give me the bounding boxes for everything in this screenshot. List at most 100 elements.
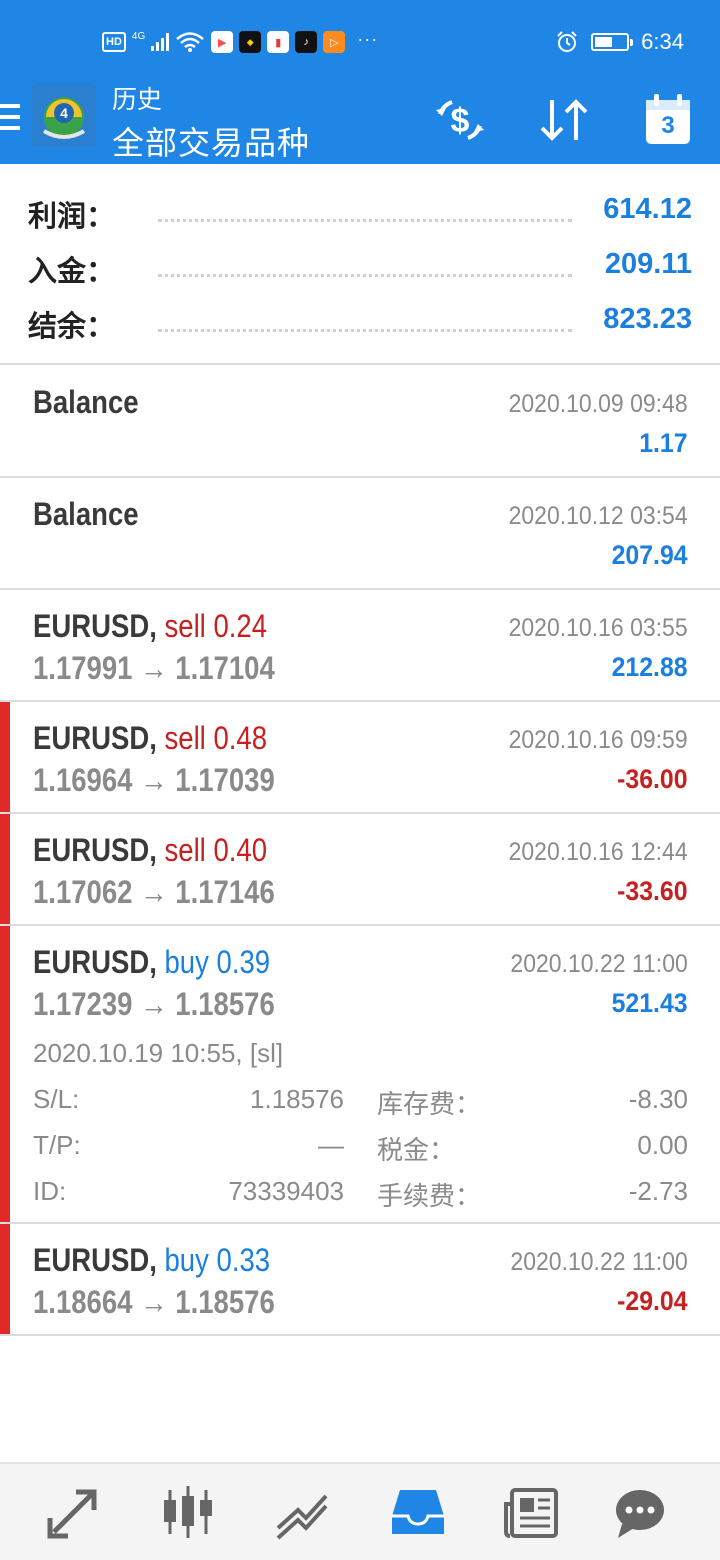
profit-label: 利润： (28, 201, 116, 233)
order-profit: 521.43 (612, 988, 688, 1018)
order-title: EURUSD, buy 0.39 (33, 944, 270, 981)
order-title: EURUSD, buy 0.33 (33, 1242, 270, 1279)
id-value: 73339403 (228, 1176, 344, 1206)
history-icon[interactable] (388, 1482, 448, 1542)
order-time: 2020.10.16 12:44 (508, 838, 688, 866)
news-icon[interactable] (502, 1482, 562, 1542)
reader-app-icon: ▮ (267, 31, 290, 53)
deal-type: Balance (33, 384, 139, 420)
deal-time: 2020.10.09 09:48 (508, 390, 688, 418)
network-type: 4G (131, 30, 146, 42)
order-time: 2020.10.22 11:00 (510, 950, 688, 978)
balance-label: 结余： (28, 311, 116, 343)
order-prices: 1.17239 → 1.18576 (33, 986, 275, 1022)
chart-icon[interactable] (272, 1482, 332, 1542)
bottom-navigation (0, 1462, 720, 1560)
order-profit: -33.60 (617, 876, 688, 906)
order-side-volume: buy 0.39 (164, 944, 271, 980)
video-app-icon: ▶ (211, 31, 234, 53)
tiktok-icon: ♪ (295, 31, 318, 53)
order-prices: 1.16964 → 1.17039 (33, 762, 275, 798)
tp-value: — (318, 1130, 344, 1160)
player-app-icon: ▷ (323, 31, 346, 53)
chat-icon[interactable] (610, 1482, 670, 1542)
order-time: 2020.10.16 03:55 (508, 614, 688, 642)
deal-amount: 207.94 (612, 540, 688, 570)
history-list: Balance 2020.10.09 09:48 1.17 Balance 20… (0, 366, 720, 1336)
hd-icon: HD (102, 32, 126, 52)
order-symbol: EURUSD, (33, 832, 157, 868)
dotted-leader (158, 219, 572, 222)
order-symbol: EURUSD, (33, 1242, 157, 1278)
order-prices: 1.17062 → 1.17146 (33, 874, 275, 910)
battery-level (595, 37, 612, 47)
order-open-time: 2020.10.19 10:55, [sl] (33, 1038, 284, 1068)
page-title: 历史 (112, 86, 163, 114)
balance-value: 823.23 (603, 303, 692, 335)
more-notifications-icon: ··· (357, 28, 379, 49)
sl-label: S/L: (33, 1084, 80, 1114)
trade-icon[interactable] (44, 1482, 104, 1542)
status-left-icons: HD 4G ▶ ◆ ▮ ♪ ▷ ··· (102, 28, 378, 56)
summary-row-profit: 利润： 614.12 (28, 193, 692, 233)
status-bar: HD 4G ▶ ◆ ▮ ♪ ▷ ··· 6:34 (0, 0, 720, 80)
table-row[interactable]: EURUSD, sell 0.40 1.17062 → 1.17146 2020… (0, 814, 720, 926)
order-title: EURUSD, sell 0.40 (33, 832, 267, 869)
summary-row-deposit: 入金： 209.11 (28, 248, 692, 288)
order-profit: -29.04 (617, 1286, 688, 1316)
svg-text:$: $ (451, 102, 470, 140)
order-time: 2020.10.22 11:00 (510, 1248, 688, 1276)
metatrader-logo[interactable]: 4 (32, 83, 96, 147)
account-summary: 利润： 614.12 入金： 209.11 结余： 823.23 (0, 165, 720, 365)
fee-label: 手续费： (377, 1181, 482, 1211)
order-side-volume: sell 0.40 (164, 832, 268, 868)
table-row[interactable]: EURUSD, sell 0.24 1.17991 → 1.17104 2020… (0, 590, 720, 702)
table-row[interactable]: EURUSD, buy 0.33 1.18664 → 1.18576 2020.… (0, 1224, 720, 1336)
order-side-volume: sell 0.24 (164, 608, 268, 644)
symbol-filter[interactable]: 全部交易品种 (112, 118, 310, 164)
order-symbol: EURUSD, (33, 608, 157, 644)
list-item[interactable]: Balance 2020.10.09 09:48 1.17 (0, 366, 720, 478)
swap-value: -8.30 (628, 1084, 688, 1114)
list-item[interactable]: Balance 2020.10.12 03:54 207.94 (0, 478, 720, 590)
order-prices: 1.18664 → 1.18576 (33, 1284, 275, 1320)
order-symbol: EURUSD, (33, 944, 157, 980)
id-label: ID: (33, 1176, 67, 1206)
order-profit: 212.88 (612, 652, 688, 682)
swap-label: 库存费： (377, 1089, 482, 1119)
tax-label: 税金： (377, 1135, 456, 1165)
profit-value: 614.12 (603, 193, 692, 225)
tax-value: 0.00 (637, 1130, 688, 1160)
order-prices: 1.17991 → 1.17104 (33, 650, 275, 686)
dotted-leader (158, 274, 572, 277)
order-side-volume: sell 0.48 (164, 720, 268, 756)
app-notification-icon: ◆ (239, 31, 262, 53)
currency-exchange-icon[interactable]: $ (430, 90, 490, 150)
tp-label: T/P: (33, 1130, 81, 1160)
app-bar: 4 历史 全部交易品种 $ 3 (0, 80, 720, 164)
quotes-icon[interactable] (158, 1482, 218, 1542)
order-side-volume: buy 0.33 (164, 1242, 271, 1278)
deposit-value: 209.11 (604, 248, 692, 280)
table-row[interactable]: EURUSD, sell 0.48 1.16964 → 1.17039 2020… (0, 702, 720, 814)
order-title: EURUSD, sell 0.48 (33, 720, 267, 757)
deal-amount: 1.17 (639, 428, 688, 458)
wifi-icon (176, 32, 205, 52)
fee-value: -2.73 (628, 1176, 688, 1206)
alarm-icon (557, 31, 577, 52)
summary-row-balance: 结余： 823.23 (28, 303, 692, 343)
deposit-label: 入金： (28, 256, 116, 288)
detail-row-sl: S/L: 1.18576 库存费： -8.30 (33, 1084, 688, 1119)
table-row-expanded[interactable]: EURUSD, buy 0.39 1.17239 → 1.18576 2020.… (0, 926, 720, 1224)
battery-icon (591, 33, 634, 51)
order-time: 2020.10.16 09:59 (508, 726, 688, 754)
sl-value: 1.18576 (250, 1084, 344, 1114)
calendar-day: 3 (661, 112, 675, 139)
order-symbol: EURUSD, (33, 720, 157, 756)
deal-time: 2020.10.12 03:54 (508, 502, 688, 530)
svg-text:4: 4 (60, 105, 68, 121)
sort-icon[interactable] (534, 90, 594, 150)
menu-icon[interactable] (0, 104, 20, 130)
dotted-leader (158, 329, 572, 332)
order-profit: -36.00 (617, 764, 688, 794)
